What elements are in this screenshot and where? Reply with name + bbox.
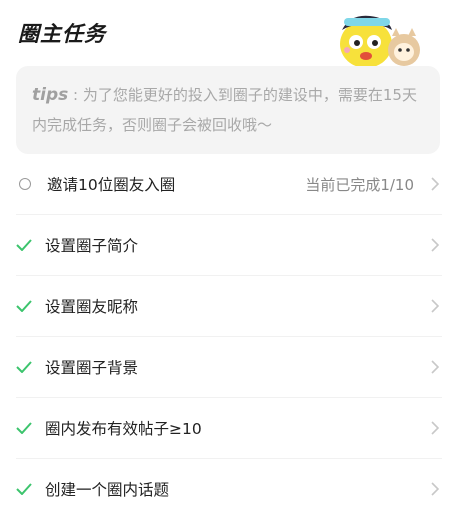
task-list: 邀请10位圈友入圈 当前已完成1/10 设置圈子简介 设置圈友昵称 设置圈子背景… — [16, 154, 442, 519]
tips-text: 为了您能更好的投入到圈子的建设中，需要在15天内完成任务，否则圈子会被回收哦～ — [32, 86, 417, 134]
task-label: 设置圈子简介 — [45, 237, 139, 255]
chevron-right-icon — [431, 482, 440, 496]
check-icon — [16, 239, 32, 251]
page-title: 圈主任务 — [18, 22, 106, 46]
circle-icon — [16, 175, 34, 193]
task-label: 邀请10位圈友入圈 — [47, 176, 176, 194]
task-item-posts[interactable]: 圈内发布有效帖子≥10 — [16, 398, 442, 459]
task-sheet: 圈主任务 tips : 为了您能更好的投入到圈子的建设中，需要在15天内完成任务… — [0, 0, 464, 512]
tips-box: tips : 为了您能更好的投入到圈子的建设中，需要在15天内完成任务，否则圈子… — [16, 66, 440, 154]
task-label: 圈内发布有效帖子≥10 — [45, 420, 202, 438]
task-item-intro[interactable]: 设置圈子简介 — [16, 215, 442, 276]
check-icon — [16, 422, 32, 434]
task-label: 设置圈子背景 — [45, 359, 139, 377]
tips-label: tips — [32, 85, 69, 105]
check-icon — [16, 483, 32, 495]
chevron-right-icon — [431, 238, 440, 252]
check-icon — [16, 300, 32, 312]
task-item-nickname[interactable]: 设置圈友昵称 — [16, 276, 442, 337]
chevron-right-icon — [431, 177, 440, 191]
task-item-topic[interactable]: 创建一个圈内话题 — [16, 459, 442, 519]
task-label: 创建一个圈内话题 — [45, 481, 170, 499]
task-item-invite[interactable]: 邀请10位圈友入圈 当前已完成1/10 — [16, 154, 442, 215]
mascot-illustration — [340, 15, 420, 68]
chevron-right-icon — [431, 299, 440, 313]
task-status: 当前已完成1/10 — [305, 175, 414, 194]
chevron-right-icon — [431, 421, 440, 435]
chevron-right-icon — [431, 360, 440, 374]
task-item-background[interactable]: 设置圈子背景 — [16, 337, 442, 398]
check-icon — [16, 361, 32, 373]
tips-separator: : — [73, 86, 79, 104]
task-label: 设置圈友昵称 — [45, 298, 139, 316]
